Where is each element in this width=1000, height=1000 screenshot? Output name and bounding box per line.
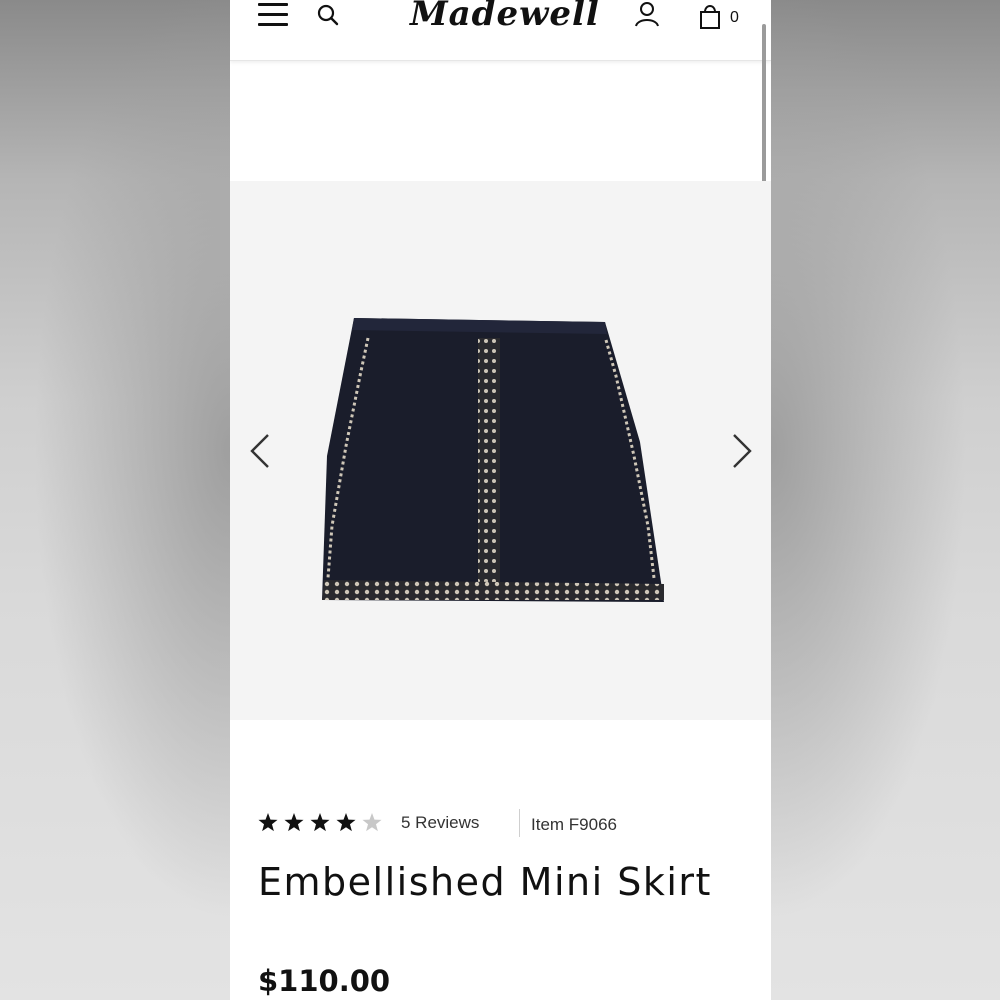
rating-row: 5 Reviews Item F9066 [258,808,758,840]
account-icon[interactable] [634,0,660,28]
menu-icon[interactable] [258,3,288,27]
product-price: $110.00 [258,964,391,998]
background-blur-right [771,0,1000,1000]
product-image-gallery [230,181,771,720]
product-image [322,318,664,602]
star-filled-icon [258,813,278,832]
star-rating[interactable] [258,812,383,834]
chevron-left-icon[interactable] [248,431,272,471]
star-empty-icon [362,813,382,832]
background-blur-left [0,0,230,1000]
chevron-right-icon[interactable] [730,431,754,471]
divider [519,809,520,837]
reviews-link[interactable]: 5 Reviews [401,813,479,833]
item-number: Item F9066 [531,815,617,834]
brand-logo[interactable]: Madewell [410,0,599,44]
star-filled-icon [310,813,330,832]
shopping-bag-icon[interactable] [699,3,721,29]
mobile-page: Madewell 0 5 Reviews Item F9066 Embellis… [230,0,771,1000]
star-filled-icon [284,813,304,832]
star-filled-icon [336,813,356,832]
search-icon[interactable] [316,3,340,27]
bag-count: 0 [730,9,739,26]
top-navigation-bar: Madewell 0 [230,0,771,61]
scrollbar[interactable] [762,24,766,186]
product-title: Embellished Mini Skirt [258,860,712,904]
